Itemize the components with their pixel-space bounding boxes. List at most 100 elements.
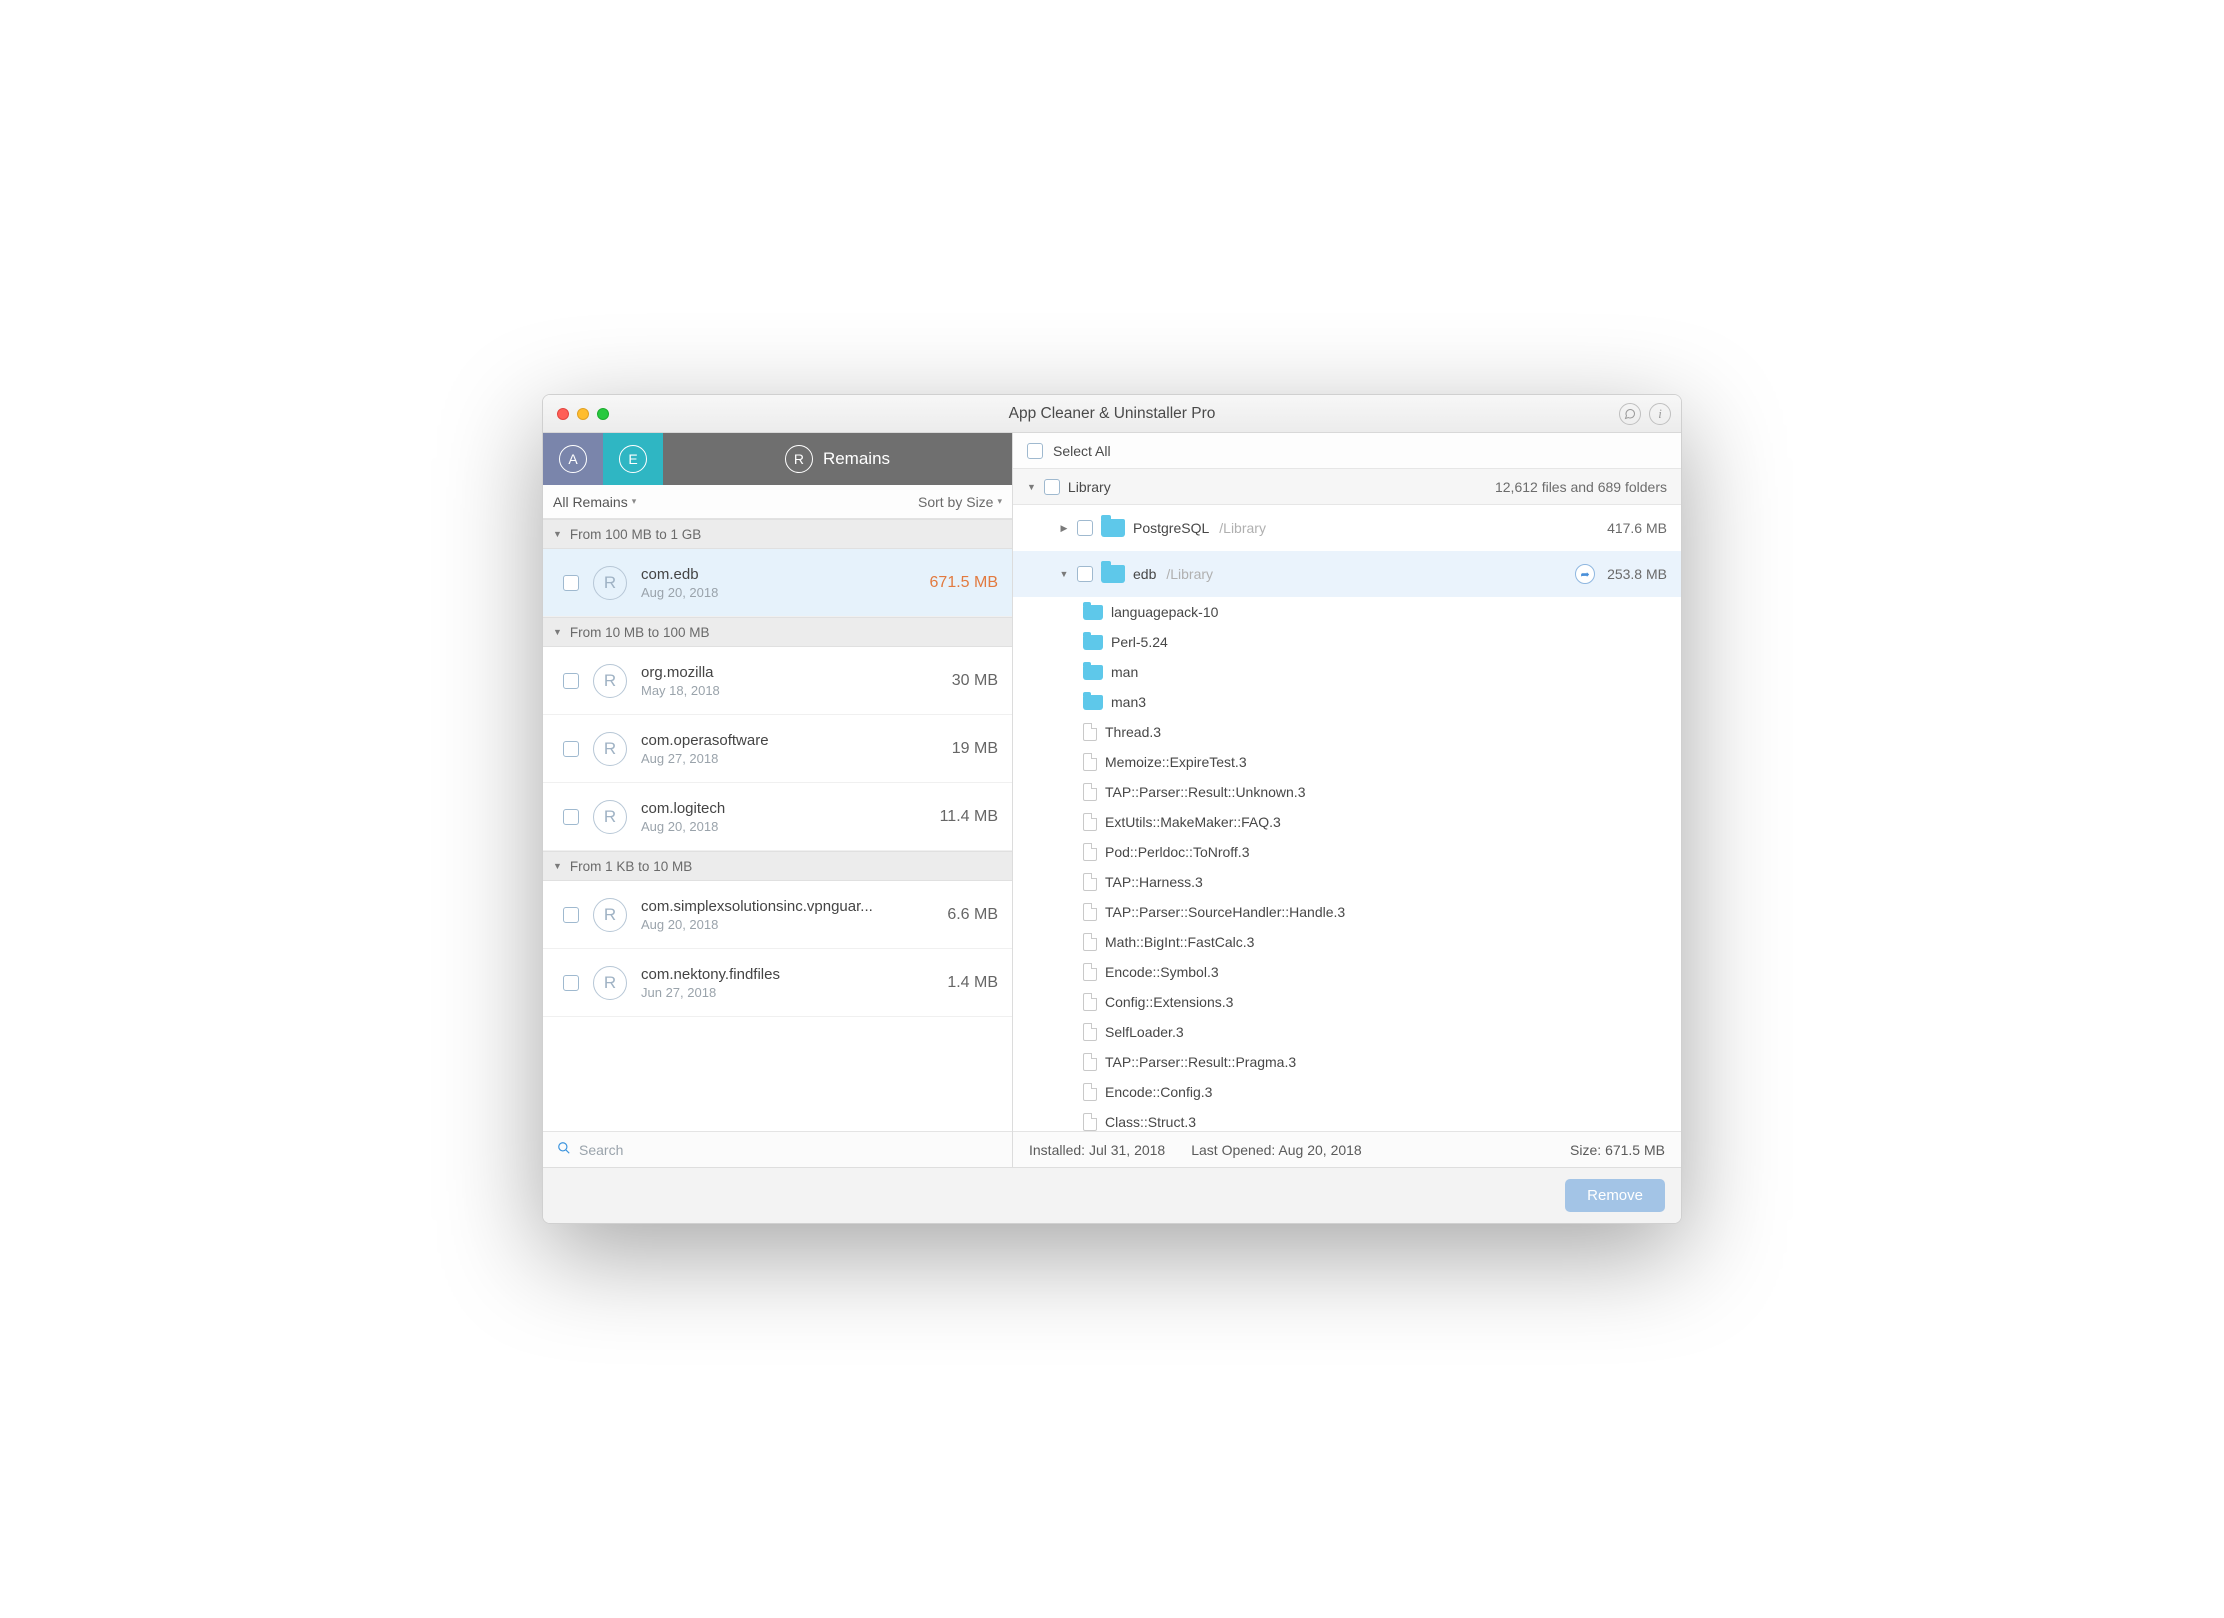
tree-file-row[interactable]: Encode::Config.3 [1013,1077,1681,1107]
folder-icon [1101,565,1125,583]
tree-file-row[interactable]: Thread.3 [1013,717,1681,747]
select-all-checkbox[interactable] [1027,443,1043,459]
tree-checkbox[interactable] [1077,520,1093,536]
disclosure-triangle-icon[interactable]: ▼ [553,529,562,539]
row-date: Aug 20, 2018 [641,819,926,834]
file-icon [1083,813,1097,831]
tab-apps[interactable]: A [543,433,603,485]
filter-all-remains[interactable]: All Remains ▾ [553,494,636,510]
tree-file-row[interactable]: SelfLoader.3 [1013,1017,1681,1047]
remains-row[interactable]: Rcom.nektony.findfilesJun 27, 20181.4 MB [543,949,1012,1017]
row-checkbox[interactable] [563,907,579,923]
remains-row[interactable]: Rcom.edbAug 20, 2018671.5 MB [543,549,1012,617]
remove-button[interactable]: Remove [1565,1179,1665,1212]
disclosure-triangle-icon[interactable]: ▼ [553,861,562,871]
tree-subfolder-row[interactable]: man [1013,657,1681,687]
tree-file-row[interactable]: Config::Extensions.3 [1013,987,1681,1017]
remains-row[interactable]: Rcom.simplexsolutionsinc.vpnguar...Aug 2… [543,881,1012,949]
tree-item-name: Config::Extensions.3 [1105,994,1233,1010]
select-all-row: Select All [1013,433,1681,469]
row-checkbox[interactable] [563,809,579,825]
remains-row[interactable]: Rcom.logitechAug 20, 201811.4 MB [543,783,1012,851]
remains-row[interactable]: Rorg.mozillaMay 18, 201830 MB [543,647,1012,715]
tree-file-row[interactable]: Pod::Perldoc::ToNroff.3 [1013,837,1681,867]
disclosure-triangle-icon[interactable]: ▼ [1059,569,1069,579]
row-size: 11.4 MB [940,808,998,826]
minimize-window-button[interactable] [577,408,589,420]
library-checkbox[interactable] [1044,479,1060,495]
folder-icon [1083,635,1103,650]
row-size: 6.6 MB [947,906,998,924]
row-checkbox[interactable] [563,741,579,757]
tree-folder-row[interactable]: ▼edb/Library➦253.8 MB [1013,551,1681,597]
tree-item-name: Encode::Symbol.3 [1105,964,1219,980]
folder-icon [1083,665,1103,680]
remains-icon: R [785,445,813,473]
remains-list[interactable]: ▼From 100 MB to 1 GBRcom.edbAug 20, 2018… [543,519,1012,1131]
disclosure-triangle-icon[interactable]: ▼ [1027,482,1036,492]
tree-item-name: Thread.3 [1105,724,1161,740]
tree-checkbox[interactable] [1077,566,1093,582]
tree-item-name: ExtUtils::MakeMaker::FAQ.3 [1105,814,1281,830]
file-tree[interactable]: ▶PostgreSQL/Library417.6 MB▼edb/Library➦… [1013,505,1681,1131]
feedback-button[interactable] [1619,403,1641,425]
file-icon [1083,1113,1097,1131]
tree-folder-path: /Library [1219,520,1266,536]
installed-label: Installed: Jul 31, 2018 [1029,1142,1165,1158]
reveal-in-finder-button[interactable]: ➦ [1575,564,1595,584]
tree-file-row[interactable]: TAP::Harness.3 [1013,867,1681,897]
file-icon [1083,783,1097,801]
sort-by-size[interactable]: Sort by Size ▾ [918,494,1002,510]
row-size: 30 MB [952,672,998,690]
tree-folder-name: edb [1133,566,1156,582]
tab-remains[interactable]: R Remains [663,433,1012,485]
tree-size: 417.6 MB [1607,520,1667,536]
apps-icon: A [559,445,587,473]
row-checkbox[interactable] [563,975,579,991]
tree-item-name: TAP::Parser::Result::Unknown.3 [1105,784,1305,800]
group-header[interactable]: ▼From 100 MB to 1 GB [543,519,1012,549]
file-icon [1083,753,1097,771]
remains-row[interactable]: Rcom.operasoftwareAug 27, 201819 MB [543,715,1012,783]
folder-icon [1083,605,1103,620]
row-date: Aug 20, 2018 [641,917,933,932]
tree-file-row[interactable]: ExtUtils::MakeMaker::FAQ.3 [1013,807,1681,837]
library-header[interactable]: ▼ Library 12,612 files and 689 folders [1013,469,1681,505]
info-button[interactable]: i [1649,403,1671,425]
file-icon [1083,963,1097,981]
tab-extensions[interactable]: E [603,433,663,485]
tree-file-row[interactable]: TAP::Parser::SourceHandler::Handle.3 [1013,897,1681,927]
tree-subfolder-row[interactable]: Perl-5.24 [1013,627,1681,657]
close-window-button[interactable] [557,408,569,420]
tree-file-row[interactable]: Class::Struct.3 [1013,1107,1681,1131]
titlebar: App Cleaner & Uninstaller Pro i [543,395,1681,433]
tree-file-row[interactable]: Math::BigInt::FastCalc.3 [1013,927,1681,957]
folder-icon [1101,519,1125,537]
window-title: App Cleaner & Uninstaller Pro [543,405,1681,423]
tree-item-name: TAP::Harness.3 [1105,874,1203,890]
group-header[interactable]: ▼From 10 MB to 100 MB [543,617,1012,647]
row-checkbox[interactable] [563,575,579,591]
search-icon [557,1141,571,1158]
tree-file-row[interactable]: Encode::Symbol.3 [1013,957,1681,987]
tree-file-row[interactable]: TAP::Parser::Result::Pragma.3 [1013,1047,1681,1077]
tree-subfolder-row[interactable]: man3 [1013,687,1681,717]
library-label: Library [1068,479,1111,495]
search-input[interactable] [579,1142,998,1158]
file-icon [1083,1083,1097,1101]
zoom-window-button[interactable] [597,408,609,420]
tree-file-row[interactable]: Memoize::ExpireTest.3 [1013,747,1681,777]
tree-item-name: Perl-5.24 [1111,634,1168,650]
tree-file-row[interactable]: TAP::Parser::Result::Unknown.3 [1013,777,1681,807]
row-date: May 18, 2018 [641,683,938,698]
file-icon [1083,843,1097,861]
row-checkbox[interactable] [563,673,579,689]
tree-folder-row[interactable]: ▶PostgreSQL/Library417.6 MB [1013,505,1681,551]
group-header[interactable]: ▼From 1 KB to 10 MB [543,851,1012,881]
file-icon [1083,1053,1097,1071]
file-icon [1083,1023,1097,1041]
disclosure-triangle-icon[interactable]: ▼ [553,627,562,637]
disclosure-triangle-icon[interactable]: ▶ [1059,523,1069,534]
row-date: Aug 27, 2018 [641,751,938,766]
tree-subfolder-row[interactable]: languagepack-10 [1013,597,1681,627]
